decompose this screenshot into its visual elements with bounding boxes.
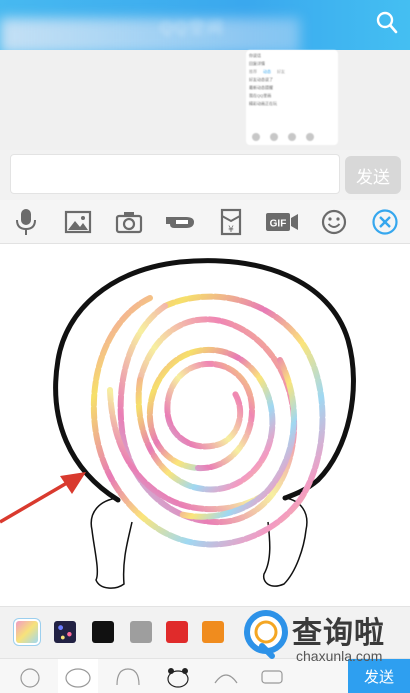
swatch-red[interactable] <box>166 621 188 643</box>
poke-icon[interactable] <box>162 204 198 240</box>
microphone-icon[interactable] <box>8 204 44 240</box>
chat-history <box>0 50 410 150</box>
shared-preview-card[interactable]: 你说话 回复详情 推荐 动态 好友 好友动态说了 最新动态提醒 我在QQ里画 精… <box>246 50 338 145</box>
template-face-2-icon[interactable] <box>58 659 98 693</box>
rainbow-scribble <box>90 293 326 548</box>
watermark: 查询啦 chaxunla.com <box>240 600 410 672</box>
template-face-1-icon[interactable] <box>10 659 50 693</box>
preview-line: 好友动态说了 <box>249 77 273 82</box>
header-title: QQ空间 <box>160 20 225 37</box>
watermark-url: chaxunla.com <box>296 648 383 664</box>
emoji-icon[interactable] <box>316 204 352 240</box>
doodle-drawing <box>0 258 356 589</box>
message-input[interactable] <box>10 154 340 194</box>
preview-tab: 好友 <box>277 69 285 74</box>
preview-line: 回复详情 <box>249 61 265 66</box>
template-face-3-icon[interactable] <box>108 659 148 693</box>
preview-tab-active: 动态 <box>263 69 271 74</box>
svg-text:GIF: GIF <box>270 219 287 230</box>
search-icon[interactable] <box>374 8 400 38</box>
swatch-gray[interactable] <box>130 621 152 643</box>
preview-tabs: 推荐 动态 好友 <box>249 68 335 76</box>
preview-icons <box>252 133 314 141</box>
swatch-black[interactable] <box>92 621 114 643</box>
doodle-left-leg <box>90 497 133 589</box>
red-packet-icon[interactable]: ¥ <box>213 204 249 240</box>
gif-icon[interactable]: GIF <box>264 204 300 240</box>
send-button[interactable]: 发送 <box>345 156 401 194</box>
close-icon[interactable] <box>367 204 403 240</box>
watermark-logo-icon <box>244 610 288 659</box>
camera-icon[interactable] <box>111 204 147 240</box>
preview-tab: 推荐 <box>249 69 257 74</box>
watermark-text: 查询啦 <box>292 616 385 651</box>
input-toolbar: ¥ GIF <box>0 200 410 244</box>
doodle-right-leg <box>262 497 308 587</box>
svg-text:¥: ¥ <box>228 225 234 235</box>
swatch-rainbow[interactable] <box>16 621 38 643</box>
header-blurred-area <box>0 18 300 54</box>
input-row: 发送 <box>0 150 410 202</box>
preview-line: 最新动态提醒 <box>249 85 273 90</box>
red-arrow <box>0 472 86 524</box>
preview-dot-icon <box>306 133 314 141</box>
doodle-canvas[interactable] <box>0 244 410 606</box>
preview-dot-icon <box>252 133 260 141</box>
preview-line: 你说话 <box>249 53 261 58</box>
swatch-glitter[interactable] <box>54 621 76 643</box>
preview-dot-icon <box>270 133 278 141</box>
preview-dot-icon <box>288 133 296 141</box>
preview-footer: 精彩动画正在玩 <box>249 101 277 106</box>
template-face-panda-icon[interactable] <box>158 659 198 693</box>
top-header: QQ空间 <box>0 0 410 54</box>
image-icon[interactable] <box>60 204 96 240</box>
preview-line: 我在QQ里画 <box>249 93 272 98</box>
swatch-orange[interactable] <box>202 621 224 643</box>
